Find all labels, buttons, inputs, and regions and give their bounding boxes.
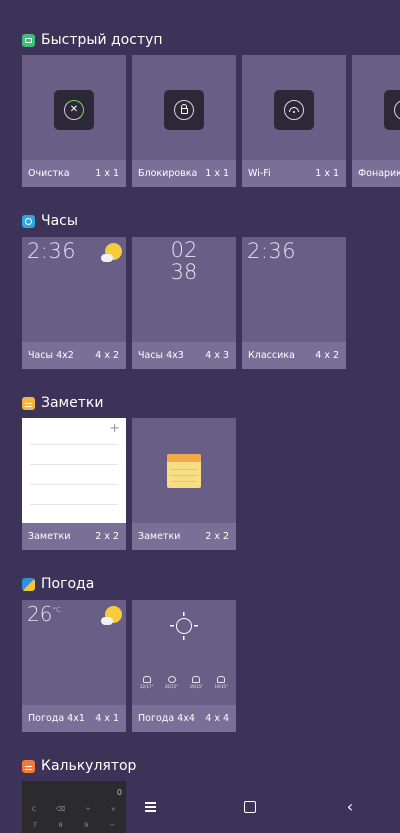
widget-size: 1 x 1 [205,168,229,179]
widget-size: 4 x 3 [205,350,229,361]
widget-caption: Часы 4x2 4 x 2 [22,342,126,369]
widget-label: Фонарик [358,168,400,179]
widget-label: Классика [248,350,295,361]
notes-preview: + [22,418,126,523]
section-notes: Заметки [22,393,103,413]
forecast-row: 22/17° 26/15° 19/15° 19/15° [140,676,228,689]
forecast-day: 26/15° [165,676,178,689]
cleanup-tile: ✕ [54,90,94,130]
sun-icon [176,618,192,634]
widget-size: 4 x 4 [205,713,229,724]
widget-label: Погода 4x4 [138,713,195,724]
quick-access-icon [22,33,35,47]
lock-icon [174,100,194,120]
notes-app-icon [22,396,35,410]
widget-caption: Очистка 1 x 1 [22,160,126,187]
widget-size: 4 x 1 [95,713,119,724]
widget-cleanup[interactable]: ✕ Очистка 1 x 1 [22,55,126,187]
widget-caption: Классика 4 x 2 [242,342,346,369]
clock-time: 2:36 [27,239,77,263]
clock-time-stacked: 02 38 [132,239,236,283]
flashlight-tile [384,90,400,130]
widget-notes-icon[interactable]: Заметки 2 x 2 [132,418,236,550]
widget-clock-4x3[interactable]: 02 38 Часы 4x3 4 x 3 [132,237,236,369]
forecast-day: 22/17° [140,676,154,689]
widget-notes-list[interactable]: + Заметки 2 x 2 [22,418,126,550]
cloud-icon [142,676,151,683]
flashlight-icon [394,100,400,120]
lock-tile [164,90,204,130]
widget-label: Погода 4x1 [28,713,85,724]
clock-app-icon [22,214,35,228]
widget-clock-4x2[interactable]: 2:36 Часы 4x2 4 x 2 [22,237,126,369]
widget-flashlight[interactable]: Фонарик [352,55,400,187]
widget-caption: Заметки 2 x 2 [132,523,236,550]
clock-minutes: 38 [170,260,198,284]
clock-time: 2:36 [247,239,297,263]
widget-caption: Заметки 2 x 2 [22,523,126,550]
section-quick-access: Быстрый доступ [22,30,163,50]
section-calculator: Калькулятор [22,756,136,776]
widget-caption: Погода 4x4 4 x 4 [132,705,236,732]
weather-app-icon [22,577,35,591]
widget-label: Часы 4x2 [28,350,74,361]
widget-label: Часы 4x3 [138,350,184,361]
widget-size: 1 x 1 [315,168,339,179]
partly-sunny-icon [101,243,122,262]
section-title: Заметки [41,395,104,411]
calculator-app-icon [22,759,35,773]
back-icon: ‹ [346,797,354,816]
widget-size: 1 x 1 [95,168,119,179]
widget-clock-classic[interactable]: 2:36 Классика 4 x 2 [242,237,346,369]
cloud-icon [192,676,201,683]
home-icon [244,801,256,813]
widget-label: Заметки [138,531,181,542]
clock-hours: 02 [170,238,198,262]
section-title: Калькулятор [41,758,137,774]
section-weather: Погода [22,574,94,594]
widget-caption: Фонарик [352,160,400,187]
forecast-day: 19/15° [214,676,228,689]
navigation-bar: ‹ [100,781,400,833]
section-title: Погода [41,576,95,592]
widget-label: Wi-Fi [248,168,271,179]
section-title: Часы [41,213,78,229]
wifi-icon [284,100,304,120]
section-title: Быстрый доступ [41,32,163,48]
widget-picker-screen: Быстрый доступ ✕ Очистка 1 x 1 Блокировк… [0,0,400,833]
section-clock: Часы [22,211,78,231]
widget-weather-4x1[interactable]: 26°C Погода 4x1 4 x 1 [22,600,126,732]
widget-size: 4 x 2 [95,350,119,361]
widget-wifi[interactable]: Wi-Fi 1 x 1 [242,55,346,187]
forecast-day: 19/15° [190,676,203,689]
notepad-icon [167,454,201,488]
widget-caption: Wi-Fi 1 x 1 [242,160,346,187]
widget-caption: Погода 4x1 4 x 1 [22,705,126,732]
widget-size: 2 x 2 [95,531,119,542]
temperature: 26°C [27,602,61,626]
widget-size: 2 x 2 [205,531,229,542]
home-button[interactable] [230,787,270,827]
partly-sunny-icon [101,606,122,625]
close-icon: ✕ [64,100,84,120]
add-note-icon: + [109,421,120,436]
widget-label: Очистка [28,168,70,179]
back-button[interactable]: ‹ [330,787,370,827]
sun-icon [167,676,176,683]
widget-size: 4 x 2 [315,350,339,361]
wifi-tile [274,90,314,130]
cloud-icon [217,676,226,683]
widget-weather-4x4[interactable]: 22/17° 26/15° 19/15° 19/15° Погода 4x4 4… [132,600,236,732]
widget-caption: Блокировка 1 x 1 [132,160,236,187]
menu-icon [144,806,156,808]
menu-button[interactable] [130,787,170,827]
widget-label: Заметки [28,531,71,542]
widget-lock[interactable]: Блокировка 1 x 1 [132,55,236,187]
widget-caption: Часы 4x3 4 x 3 [132,342,236,369]
widget-label: Блокировка [138,168,198,179]
